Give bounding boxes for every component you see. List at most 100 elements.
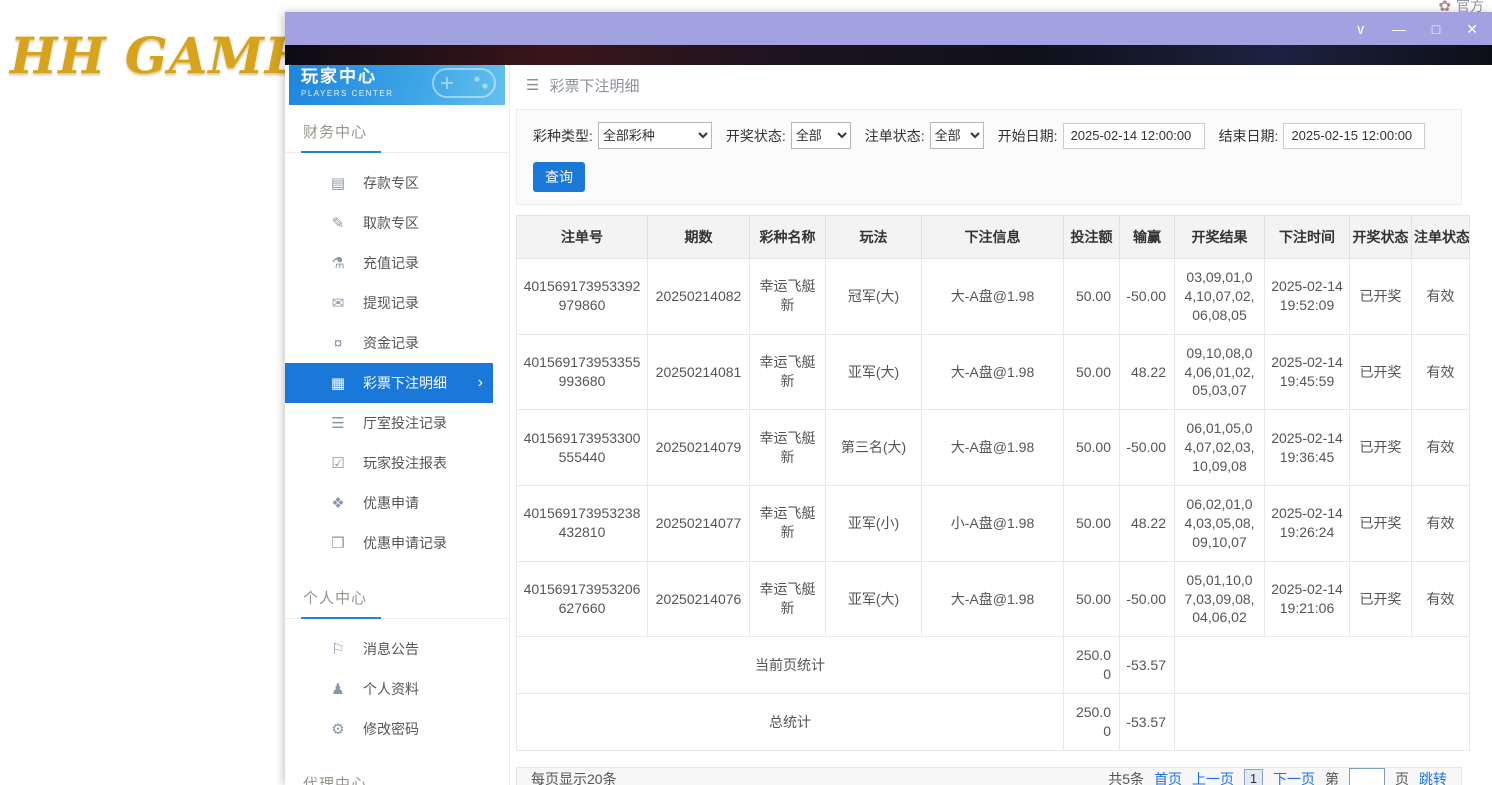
content-toolbar: ☰ 彩票下注明细 — [510, 65, 1492, 105]
chevron-down-icon[interactable]: ∨ — [1356, 22, 1366, 36]
cell-draw-result: 06,02,01,04,03,05,08,09,10,07 — [1175, 486, 1265, 562]
col-draw-result: 开奖结果 — [1175, 216, 1265, 259]
filter-panel: 彩种类型: 全部彩种 开奖状态: 全部 注单状态: — [516, 109, 1462, 205]
sidebar-item-lottery-bet-details[interactable]: ▦彩票下注明细› — [285, 363, 493, 403]
section-title: 代理中心 — [301, 773, 381, 785]
summary-bet-amount: 250.00 — [1064, 637, 1120, 694]
cell-bet-info: 大-A盘@1.98 — [922, 410, 1064, 486]
cell-lottery-name: 幸运飞艇新 — [750, 259, 826, 335]
gamepad-icon — [415, 65, 503, 105]
first-page-link[interactable]: 首页 — [1154, 769, 1182, 785]
cell-bet-time: 2025-02-14 19:52:09 — [1265, 259, 1350, 335]
sidebar-item-deposit-zone[interactable]: ▤存款专区 — [285, 163, 493, 203]
background-page: HH GAME — [0, 0, 285, 785]
next-page-link[interactable]: 下一页 — [1273, 769, 1315, 785]
col-draw-status: 开奖状态 — [1350, 216, 1412, 259]
sidebar-item-recharge-records[interactable]: ⚗充值记录 — [285, 243, 493, 283]
cell-play-type: 第三名(大) — [826, 410, 922, 486]
section-header: 财务中心 — [285, 105, 509, 153]
search-button[interactable]: 查询 — [533, 162, 585, 192]
col-win-loss: 输赢 — [1120, 216, 1175, 259]
sidebar-item-withdraw-zone[interactable]: ✎ 取款专区 — [285, 203, 493, 243]
cell-bet-time: 2025-02-14 19:45:59 — [1265, 334, 1350, 410]
end-date-input[interactable] — [1283, 123, 1425, 149]
pagination-bar: 每页显示20条 共5条 首页 上一页 1 下一页 第 页 跳转 — [516, 767, 1462, 785]
sidebar-item-hall-bet-records[interactable]: ☰厅室投注记录 — [285, 403, 493, 443]
sidebar-item-announcements[interactable]: ⚐消息公告 — [285, 629, 493, 669]
cell-bet-no: 401569173953238432810 — [517, 486, 648, 562]
cell-win-loss: -50.00 — [1120, 259, 1175, 335]
sidebar-item-promo-apply-records[interactable]: ❒ 优惠申请记录 — [285, 523, 493, 563]
sidebar-item-promo-apply[interactable]: ❖优惠申请 — [285, 483, 493, 523]
brand-logo: HH GAME — [10, 26, 304, 85]
current-page-button[interactable]: 1 — [1244, 769, 1263, 785]
prev-page-link[interactable]: 上一页 — [1192, 769, 1234, 785]
cell-bet-amount: 50.00 — [1064, 486, 1120, 562]
close-icon[interactable]: ✕ — [1466, 22, 1478, 36]
profile-icon: ♟ — [329, 680, 347, 698]
cell-bet-time: 2025-02-14 19:26:24 — [1265, 486, 1350, 562]
cell-draw-result: 09,10,08,04,06,01,02,05,03,07 — [1175, 334, 1265, 410]
cell-bet-status: 有效 — [1412, 410, 1470, 486]
cell-win-loss: -50.00 — [1120, 410, 1175, 486]
page-jump-input[interactable] — [1349, 768, 1385, 785]
cell-win-loss: 48.22 — [1120, 334, 1175, 410]
sidebar-item-change-password[interactable]: ⚙修改密码 — [285, 709, 493, 749]
summary-label: 总统计 — [517, 694, 1064, 751]
sidebar-item-label: 资金记录 — [363, 333, 419, 353]
jump-link[interactable]: 跳转 — [1419, 769, 1447, 785]
hamburger-menu-icon[interactable]: ☰ — [526, 76, 539, 94]
cell-draw-status: 已开奖 — [1350, 334, 1412, 410]
sidebar-item-label: 取款专区 — [363, 213, 419, 233]
cell-bet-status: 有效 — [1412, 334, 1470, 410]
window-titlebar: ∨ — □ ✕ — [285, 12, 1492, 45]
sidebar-menu: 财务中心 ▤存款专区 ✎ 取款专区 ⚗充值记录✉提现记录¤资金记录▦彩票下注明细›☰厅室… — [285, 105, 509, 785]
table-row: 40156917395330055544020250214079幸运飞艇新第三名… — [517, 410, 1470, 486]
sidebar-item-label: 彩票下注明细 — [363, 373, 447, 393]
summary-empty — [1175, 637, 1470, 694]
sidebar-item-label: 修改密码 — [363, 719, 419, 739]
sidebar-item-withdrawal-records[interactable]: ✉提现记录 — [285, 283, 493, 323]
cell-bet-amount: 50.00 — [1064, 334, 1120, 410]
col-bet-info: 下注信息 — [922, 216, 1064, 259]
cell-bet-no: 401569173953206627660 — [517, 561, 648, 637]
announcement-icon: ⚐ — [329, 640, 347, 658]
col-play-type: 玩法 — [826, 216, 922, 259]
withdraw-icon: ✎ — [329, 214, 347, 232]
player-bet-report-icon: ☑ — [329, 454, 347, 472]
sidebar-item-profile[interactable]: ♟个人资料 — [285, 669, 493, 709]
cell-lottery-name: 幸运飞艇新 — [750, 410, 826, 486]
sidebar-item-label: 玩家投注报表 — [363, 453, 447, 473]
app-window: ∨ — □ ✕ 玩家中心 PLAYERS CENTER 财务中心 ▤存款专区 ✎ 取款专区 ⚗… — [285, 12, 1492, 785]
minimize-icon[interactable]: — — [1392, 22, 1406, 36]
cell-bet-status: 有效 — [1412, 486, 1470, 562]
cell-bet-status: 有效 — [1412, 561, 1470, 637]
section-header: 代理中心 — [285, 757, 509, 785]
cell-bet-info: 大-A盘@1.98 — [922, 259, 1064, 335]
total-count-label: 共5条 — [1108, 769, 1144, 785]
page-prefix-label: 第 — [1325, 769, 1339, 785]
cell-draw-status: 已开奖 — [1350, 561, 1412, 637]
cell-lottery-name: 幸运飞艇新 — [750, 334, 826, 410]
draw-status-select[interactable]: 全部 — [791, 122, 851, 149]
start-date-input[interactable] — [1063, 123, 1205, 149]
hall-bet-record-icon: ☰ — [329, 414, 347, 432]
sidebar-item-label: 提现记录 — [363, 293, 419, 313]
recharge-record-icon: ⚗ — [329, 254, 347, 272]
table-row: 40156917395339297986020250214082幸运飞艇新冠军(… — [517, 259, 1470, 335]
promo-apply-icon: ❖ — [329, 494, 347, 512]
sidebar-header: 玩家中心 PLAYERS CENTER — [289, 65, 505, 105]
cell-bet-no: 401569173953300555440 — [517, 410, 648, 486]
lottery-type-select[interactable]: 全部彩种 — [598, 122, 712, 149]
cell-win-loss: 48.22 — [1120, 486, 1175, 562]
sidebar-item-label: 优惠申请记录 — [363, 533, 447, 553]
start-date-label: 开始日期: — [998, 126, 1058, 146]
col-lottery-name: 彩种名称 — [750, 216, 826, 259]
sidebar-item-player-bet-report[interactable]: ☑ 玩家投注报表 — [285, 443, 493, 483]
promo-record-icon: ❒ — [329, 534, 347, 552]
cell-draw-result: 06,01,05,04,07,02,03,10,09,08 — [1175, 410, 1265, 486]
bet-status-select[interactable]: 全部 — [930, 122, 984, 149]
summary-row: 当前页统计250.00-53.57 — [517, 637, 1470, 694]
maximize-icon[interactable]: □ — [1432, 22, 1440, 36]
sidebar-item-funds-records[interactable]: ¤资金记录 — [285, 323, 493, 363]
